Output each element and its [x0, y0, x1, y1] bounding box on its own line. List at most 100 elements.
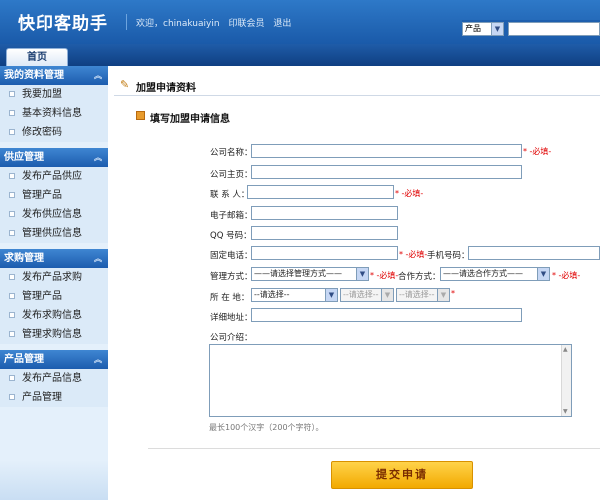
- chevron-down-icon: ▼: [437, 289, 449, 301]
- welcome-text: 欢迎，chinakuaiyin: [136, 19, 220, 29]
- sidebar-item-basic-info[interactable]: 基本资料信息: [0, 104, 108, 123]
- sidebar-item-post-product-info[interactable]: 发布产品信息: [0, 369, 108, 388]
- required-note: * -必填-: [399, 250, 428, 259]
- scroll-down-icon: ▼: [563, 408, 568, 415]
- bullet-icon: [9, 293, 15, 299]
- sidebar-item-post-product-supply[interactable]: 发布产品供应: [0, 167, 108, 186]
- district-select[interactable]: --请选择-- ▼: [396, 288, 450, 302]
- address-input[interactable]: [251, 308, 522, 322]
- contact-input[interactable]: [247, 185, 394, 199]
- sidebar-group-title[interactable]: 产品管理 ︽: [0, 350, 108, 369]
- sidebar-item-join[interactable]: 我要加盟: [0, 85, 108, 104]
- email-label: 电子邮箱：: [210, 211, 253, 221]
- sidebar-group-supply: 供应管理 ︽ 发布产品供应 管理产品 发布供应信息 管理供应信息: [0, 148, 108, 243]
- search-area: 产品 ▼: [462, 20, 600, 38]
- sidebar-group-label: 求购管理: [4, 253, 44, 264]
- required-note: * -必填-: [552, 271, 581, 280]
- city-select[interactable]: --请选择-- ▼: [340, 288, 394, 302]
- cooperation-label: 合作方式：: [398, 272, 441, 282]
- search-category-select[interactable]: 产品 ▼: [462, 22, 504, 36]
- management-select[interactable]: ——请选择管理方式—— ▼: [251, 267, 369, 281]
- qq-label: QQ 号码：: [210, 231, 252, 241]
- sidebar-item-manage-supply-info[interactable]: 管理供应信息: [0, 224, 108, 243]
- sidebar-item-label: 发布供应信息: [22, 209, 82, 220]
- sidebar-item-label: 发布产品求购: [22, 272, 82, 283]
- sidebar-group-product: 产品管理 ︽ 发布产品信息 产品管理: [0, 350, 108, 407]
- page-header: ✎ 加盟申请资料: [114, 74, 600, 96]
- company-name-label: 公司名称：: [210, 148, 253, 158]
- email-input[interactable]: [251, 206, 398, 220]
- bullet-icon: [9, 375, 15, 381]
- sidebar-item-post-purchase-info[interactable]: 发布求购信息: [0, 306, 108, 325]
- scroll-up-icon: ▲: [563, 346, 568, 353]
- required-note: * -必填-: [395, 189, 424, 198]
- header-separator: [126, 14, 127, 30]
- location-label: 所 在 地：: [210, 293, 250, 303]
- sidebar-item-product-management[interactable]: 产品管理: [0, 388, 108, 407]
- form-divider: [148, 448, 600, 449]
- bullet-icon: [9, 211, 15, 217]
- city-select-value: --请选择--: [343, 290, 379, 299]
- sidebar-item-manage-products[interactable]: 管理产品: [0, 186, 108, 205]
- sidebar-item-change-password[interactable]: 修改密码: [0, 123, 108, 142]
- intro-textarea[interactable]: ▲ ▼: [209, 344, 572, 417]
- sidebar-group-profile: 我的资料管理 ︽ 我要加盟 基本资料信息 修改密码: [0, 66, 108, 142]
- textarea-scrollbar[interactable]: ▲ ▼: [561, 345, 571, 416]
- collapse-icon: ︽: [94, 355, 102, 364]
- sidebar-item-label: 修改密码: [22, 127, 62, 138]
- header-links: 欢迎，chinakuaiyin 印联会员 退出: [136, 16, 297, 29]
- mobile-label: 手机号码：: [427, 251, 470, 261]
- sidebar-item-post-supply-info[interactable]: 发布供应信息: [0, 205, 108, 224]
- sidebar-item-label: 管理供应信息: [22, 228, 82, 239]
- sidebar-item-manage-products[interactable]: 管理产品: [0, 287, 108, 306]
- province-select[interactable]: --请选择-- ▼: [251, 288, 338, 302]
- logout-link[interactable]: 退出: [273, 19, 291, 29]
- mobile-input[interactable]: [468, 246, 600, 260]
- bullet-icon: [9, 312, 15, 318]
- bullet-icon: [9, 129, 15, 135]
- intro-hint: 最长100个汉字（200个字符）。: [209, 423, 324, 432]
- sidebar-item-post-product-purchase[interactable]: 发布产品求购: [0, 268, 108, 287]
- sidebar-group-label: 我的资料管理: [4, 70, 64, 81]
- sidebar-group-title[interactable]: 求购管理 ︽: [0, 249, 108, 268]
- management-select-value: ——请选择管理方式——: [254, 269, 342, 278]
- chevron-down-icon: ▼: [356, 268, 368, 280]
- sidebar-group-purchase: 求购管理 ︽ 发布产品求购 管理产品 发布求购信息 管理求购信息: [0, 249, 108, 344]
- bullet-icon: [9, 173, 15, 179]
- sidebar-item-label: 我要加盟: [22, 89, 62, 100]
- sidebar-item-label: 发布求购信息: [22, 310, 82, 321]
- collapse-icon: ︽: [94, 153, 102, 162]
- collapse-icon: ︽: [94, 254, 102, 263]
- sidebar-item-label: 基本资料信息: [22, 108, 82, 119]
- bullet-icon: [9, 91, 15, 97]
- sidebar-group-title[interactable]: 我的资料管理 ︽: [0, 66, 108, 85]
- main-content: ✎ 加盟申请资料 填写加盟申请信息 公司名称： * -必填- 公司主页： 联 系…: [108, 66, 600, 500]
- intro-label: 公司介绍：: [210, 333, 253, 343]
- phone-input[interactable]: [251, 246, 398, 260]
- chevron-down-icon: ▼: [381, 289, 393, 301]
- sidebar-group-title[interactable]: 供应管理 ︽: [0, 148, 108, 167]
- qq-input[interactable]: [251, 226, 398, 240]
- search-input[interactable]: [508, 22, 600, 36]
- homepage-input[interactable]: [251, 165, 522, 179]
- company-name-input[interactable]: [251, 144, 522, 158]
- chevron-down-icon: ▼: [325, 289, 337, 301]
- management-label: 管理方式：: [210, 272, 253, 282]
- submit-button[interactable]: 提交申请: [331, 461, 473, 489]
- cooperation-select[interactable]: ——请选合作方式—— ▼: [440, 267, 550, 281]
- address-label: 详细地址：: [210, 313, 253, 323]
- sidebar-group-label: 产品管理: [4, 354, 44, 365]
- tab-home[interactable]: 首页: [6, 48, 68, 66]
- sidebar-item-label: 发布产品信息: [22, 373, 82, 384]
- member-link[interactable]: 印联会员: [228, 19, 264, 29]
- bullet-icon: [9, 230, 15, 236]
- app-title: 快印客助手: [18, 14, 108, 34]
- sidebar-item-manage-purchase-info[interactable]: 管理求购信息: [0, 325, 108, 344]
- bullet-icon: [9, 331, 15, 337]
- sidebar-group-label: 供应管理: [4, 152, 44, 163]
- required-asterisk: *: [451, 289, 455, 298]
- collapse-icon: ︽: [94, 71, 102, 80]
- page-title: 加盟申请资料: [136, 83, 196, 94]
- bullet-icon: [9, 394, 15, 400]
- sidebar-item-label: 产品管理: [22, 392, 62, 403]
